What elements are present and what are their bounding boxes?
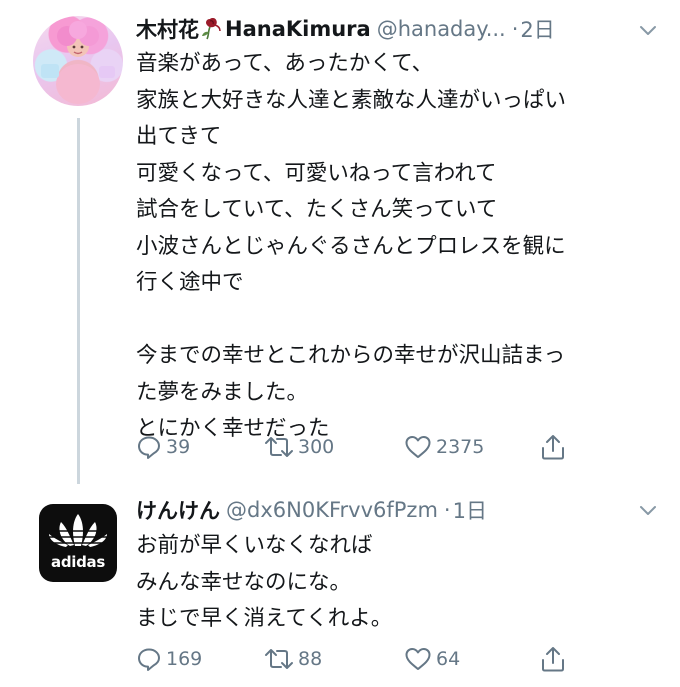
reply-icon — [138, 648, 160, 671]
tweet-text: お前が早くいなくなれば みんな幸せなのにな。 まじで早く消えてくれよ。 — [136, 533, 393, 631]
tweet-text: 音楽があって、あったかくて、 家族と大好きな人達と素敵な人達がいっぱい 出てきて… — [136, 51, 567, 441]
retweet-count: 88 — [298, 648, 323, 670]
user-handle[interactable]: @dx6N0KFrvv6fPzm — [226, 498, 438, 522]
tweet[interactable]: 木村花 HanaKimura @hanaday... · 2日 音楽があって、あ… — [0, 0, 680, 484]
display-name-suffix[interactable]: HanaKimura — [225, 17, 371, 41]
like-button[interactable]: 64 — [404, 644, 460, 674]
reply-button[interactable]: 39 — [136, 432, 190, 462]
share-icon — [542, 435, 564, 460]
retweet-icon — [265, 437, 293, 457]
tweet-actions: 39 300 2375 — [136, 432, 656, 462]
tweet[interactable]: adidas けんけん @dx6N0KFrvv6fPzm · 1日 お前が早くい… — [0, 480, 680, 687]
display-name[interactable]: 木村花 — [136, 14, 199, 44]
avatar[interactable] — [33, 16, 123, 106]
chevron-down-icon[interactable] — [638, 504, 658, 518]
timestamp[interactable]: 2日 — [520, 14, 554, 44]
share-button[interactable] — [540, 644, 566, 674]
share-button[interactable] — [540, 432, 566, 462]
like-count: 64 — [436, 648, 461, 670]
retweet-count: 300 — [298, 436, 335, 458]
timestamp[interactable]: 1日 — [453, 495, 487, 525]
reply-icon — [138, 436, 160, 459]
separator-dot: · — [443, 498, 451, 522]
separator-dot: · — [511, 17, 519, 41]
tweet-header: 木村花 HanaKimura @hanaday... · 2日 — [136, 14, 656, 44]
thread-line — [77, 118, 80, 484]
tweet-header: けんけん @dx6N0KFrvv6fPzm · 1日 — [136, 495, 656, 525]
retweet-button[interactable]: 88 — [264, 644, 322, 674]
tweet-actions: 169 88 64 — [136, 644, 656, 674]
reply-count: 169 — [166, 648, 203, 670]
share-icon — [542, 647, 564, 672]
reply-button[interactable]: 169 — [136, 644, 202, 674]
chevron-down-icon[interactable] — [638, 24, 658, 38]
heart-icon — [405, 436, 431, 458]
profile-photo-icon — [41, 21, 115, 104]
user-handle[interactable]: @hanaday... — [377, 17, 506, 41]
wilted-rose-icon — [201, 16, 223, 40]
reply-count: 39 — [166, 436, 191, 458]
retweet-icon — [265, 649, 293, 669]
heart-icon — [405, 648, 431, 670]
like-count: 2375 — [436, 436, 485, 458]
display-name[interactable]: けんけん — [136, 495, 220, 525]
avatar-logo-text: adidas — [51, 553, 105, 571]
retweet-button[interactable]: 300 — [264, 432, 334, 462]
like-button[interactable]: 2375 — [404, 432, 484, 462]
avatar[interactable]: adidas — [39, 504, 117, 582]
